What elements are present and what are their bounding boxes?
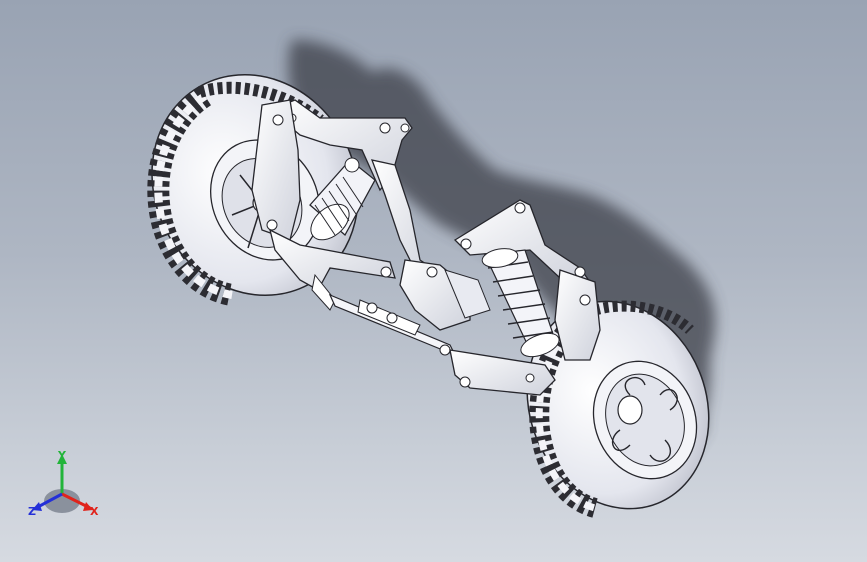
- x-axis-label: X: [90, 505, 99, 518]
- right-upright-knuckle[interactable]: [554, 269, 601, 361]
- suspension-assembly-model[interactable]: [0, 0, 867, 562]
- reference-triad[interactable]: Y X Z: [26, 446, 106, 526]
- z-axis-label: Z: [28, 505, 36, 518]
- y-axis-label: Y: [58, 449, 66, 462]
- graphics-viewport[interactable]: Y X Z: [0, 0, 867, 562]
- center-subframe[interactable]: [399, 259, 491, 331]
